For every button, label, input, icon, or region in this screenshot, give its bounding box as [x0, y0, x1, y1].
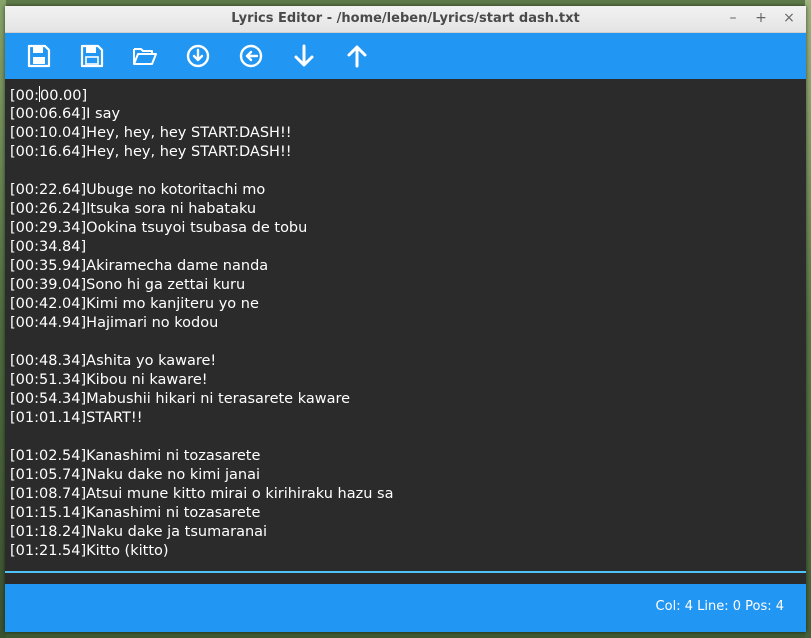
lyrics-lines: [00:00.00] [00:06.64]I say [00:10.04]Hey, … — [10, 86, 393, 561]
toolbar — [5, 33, 806, 79]
lyrics-line: [00:00.00] — [10, 86, 88, 104]
lyrics-text-area[interactable]: [00:00.00] [00:06.64]I say [00:10.04]Hey, … — [5, 79, 806, 571]
lyrics-line: [00:26.24]Itsuka sora ni habataku — [10, 201, 257, 217]
lyrics-line: [00:39.04]Sono hi ga zettai kuru — [10, 277, 246, 293]
move-down-button[interactable] — [291, 43, 317, 69]
lyrics-line: [01:21.54]Kitto (kitto) — [10, 543, 169, 559]
lyrics-line: [00:06.64]I say — [10, 106, 121, 122]
window-controls: – + × — [726, 9, 796, 27]
close-button[interactable]: × — [782, 9, 796, 27]
lyrics-line: [01:08.74]Atsui mune kitto mirai o kirih… — [10, 486, 394, 502]
lyrics-line: [00:42.04]Kimi mo kanjiteru yo ne — [10, 296, 259, 312]
lyrics-line: [00:35.94]Akiramecha dame nanda — [10, 258, 269, 274]
folder-open-icon — [133, 48, 157, 65]
arrow-down-circle-icon — [186, 44, 210, 68]
lyrics-line — [10, 162, 393, 181]
back-button[interactable] — [238, 43, 264, 69]
lyrics-line: [00:44.94]Hajimari no kodou — [10, 315, 219, 331]
lyrics-line: [01:01.14]START!! — [10, 410, 143, 426]
minimize-button[interactable]: – — [726, 9, 740, 27]
lyrics-line: [00:10.04]Hey, hey, hey START:DASH!! — [10, 125, 292, 141]
save-button[interactable] — [26, 43, 52, 69]
lyrics-line: [00:16.64]Hey, hey, hey START:DASH!! — [10, 144, 292, 160]
cursor-position-status: Col: 4 Line: 0 Pos: 4 — [655, 599, 784, 614]
lyrics-line: [01:02.54]Kanashimi ni tozasarete — [10, 448, 261, 464]
status-bar: Col: 4 Line: 0 Pos: 4 — [5, 584, 806, 632]
title-bar[interactable]: Lyrics Editor - /home/leben/Lyrics/start… — [5, 6, 806, 33]
lyrics-editor-window: Lyrics Editor - /home/leben/Lyrics/start… — [5, 6, 806, 632]
lyrics-line: [00:22.64]Ubuge no kotoritachi mo — [10, 182, 266, 198]
maximize-button[interactable]: + — [754, 9, 768, 27]
lyrics-line: [00:54.34]Mabushii hikari ni terasarete … — [10, 391, 351, 407]
arrow-up-icon — [347, 45, 367, 68]
floppy-disk-outline-icon — [80, 44, 104, 68]
lyrics-line: [01:05.74]Naku dake no kimi janai — [10, 467, 261, 483]
lyrics-line: [01:15.14]Kanashimi ni tozasarete — [10, 505, 261, 521]
lyrics-line: [00:48.34]Ashita yo kaware! — [10, 353, 217, 369]
window-title: Lyrics Editor - /home/leben/Lyrics/start… — [231, 11, 580, 26]
lyrics-line: [00:29.34]Ookina tsuyoi tsubasa de tobu — [10, 220, 308, 236]
open-folder-button[interactable] — [132, 43, 158, 69]
arrow-down-icon — [294, 44, 314, 67]
editor-focus-border — [5, 571, 806, 573]
arrow-left-circle-icon — [239, 44, 263, 68]
save-as-button[interactable] — [79, 43, 105, 69]
lyrics-line: [01:18.24]Naku dake ja tsumaranai — [10, 524, 268, 540]
lyrics-line — [10, 333, 393, 352]
lyrics-line: [00:34.84] — [10, 239, 87, 255]
floppy-disk-icon — [27, 44, 51, 68]
move-up-button[interactable] — [344, 43, 370, 69]
download-button[interactable] — [185, 43, 211, 69]
lyrics-line: [00:51.34]Kibou ni kaware! — [10, 372, 208, 388]
lyrics-line — [10, 428, 393, 447]
